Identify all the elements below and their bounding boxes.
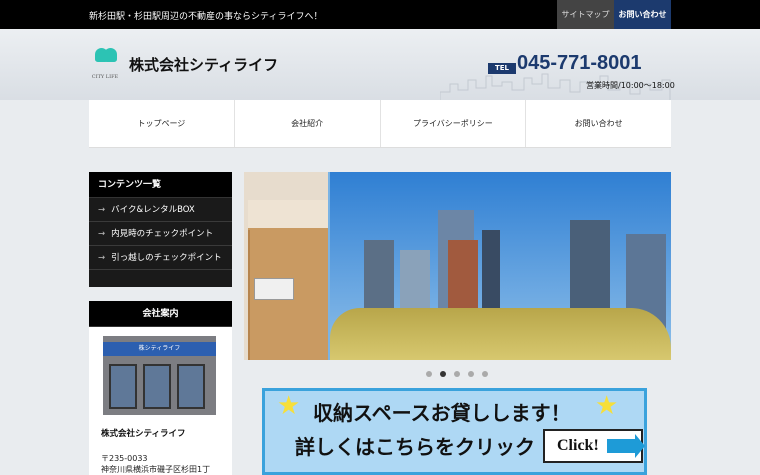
sidebar-item-moving-checkpoints[interactable]: → 引っ越しのチェックポイント [89, 246, 232, 270]
company-address: 神奈川県横浜市磯子区杉田1丁 [101, 465, 211, 474]
phone-number[interactable]: 045-771-8001 [517, 52, 642, 75]
slider-dots [426, 371, 488, 377]
slider-dot[interactable] [468, 371, 474, 377]
click-label: Click! [557, 437, 599, 454]
business-hours: 営業時間/10:00～18:00 [586, 81, 675, 90]
top-contact-link[interactable]: お問い合わせ [614, 0, 671, 29]
nav-company[interactable]: 会社紹介 [235, 100, 381, 147]
global-nav: トップページ 会社紹介 プライバシーポリシー お問い合わせ [89, 100, 671, 148]
slider-dot[interactable] [454, 371, 460, 377]
sidebar-item-label: バイク&レンタルBOX [111, 205, 195, 215]
sidebar-item-viewing-checkpoints[interactable]: → 内見時のチェックポイント [89, 222, 232, 246]
banner-line2: 詳しくはこちらをクリック [295, 435, 535, 459]
company-info: 会社案内 株シティライフ 株式会社シティライフ 〒235-0033 神奈川県横浜… [89, 301, 232, 475]
star-icon: ★ [277, 391, 301, 421]
storage-banner[interactable]: ★ ★ 収納スペースお貸しします！ 詳しくはこちらをクリック Click! [262, 388, 647, 475]
logo-caption: CITY LIFE [91, 74, 119, 80]
city-life-logo[interactable]: CITY LIFE [89, 47, 121, 80]
sidebar-item-label: 引っ越しのチェックポイント [111, 253, 222, 263]
shop-window [143, 364, 171, 409]
slider-dot[interactable] [482, 371, 488, 377]
arrow-icon: → [98, 205, 106, 215]
sitemap-link[interactable]: サイトマップ [557, 0, 614, 29]
sidebar-item-label: 内見時のチェックポイント [111, 229, 214, 239]
arrow-right-icon [607, 434, 645, 458]
microwave-icon [254, 278, 294, 300]
arrow-icon: → [98, 253, 106, 263]
arrow-icon: → [98, 229, 106, 239]
contents-list-title: コンテンツ一覧 [89, 172, 232, 198]
contents-list: コンテンツ一覧 → バイク&レンタルBOX → 内見時のチェックポイント → 引っ越し… [89, 172, 232, 287]
nav-top-page[interactable]: トップページ [89, 100, 235, 147]
logo-tree-icon [104, 48, 117, 62]
nav-contact[interactable]: お問い合わせ [526, 100, 671, 147]
banner-line1: 収納スペースお貸しします！ [313, 401, 571, 425]
tel-badge: TEL [488, 63, 516, 74]
slider-dot[interactable] [426, 371, 432, 377]
kitchen-image [244, 172, 328, 360]
shop-window [109, 364, 137, 409]
nav-privacy-policy[interactable]: プライバシーポリシー [381, 100, 527, 147]
sidebar-item-bike-box[interactable]: → バイク&レンタルBOX [89, 198, 232, 222]
shop-sign: 株シティライフ [103, 342, 216, 356]
company-info-title: 会社案内 [89, 301, 232, 327]
click-button[interactable]: Click! [543, 429, 645, 463]
top-bar: 新杉田駅・杉田駅周辺の不動産の事ならシティライフへ！ サイトマップ お問い合わせ [0, 0, 760, 29]
hero-slider[interactable] [244, 172, 671, 360]
slider-dot-active[interactable] [440, 371, 446, 377]
star-icon: ★ [595, 391, 619, 421]
shop-photo: 株シティライフ [103, 336, 216, 415]
company-title[interactable]: 株式会社シティライフ [129, 54, 278, 75]
tagline: 新杉田駅・杉田駅周辺の不動産の事ならシティライフへ！ [89, 12, 323, 22]
trees [330, 308, 671, 360]
company-name: 株式会社シティライフ [101, 429, 186, 439]
company-zip: 〒235-0033 [101, 454, 148, 463]
shop-window [177, 364, 205, 409]
